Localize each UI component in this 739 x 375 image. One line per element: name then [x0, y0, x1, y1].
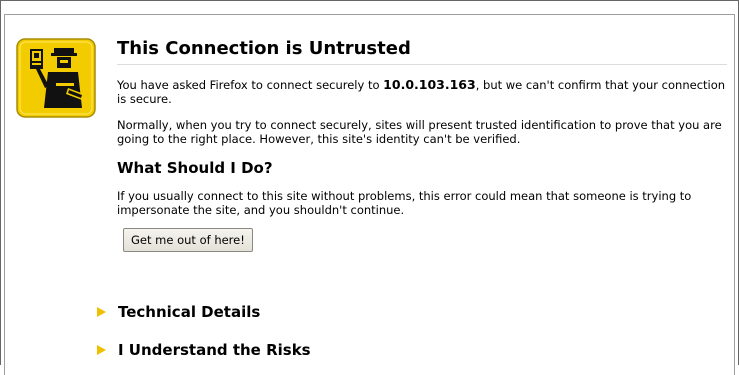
intro-prefix: You have asked Firefox to connect secure…: [117, 78, 384, 92]
error-content: This Connection is Untrusted You have as…: [117, 38, 727, 252]
security-officer-icon: [16, 38, 96, 118]
explanation-paragraph: Normally, when you try to connect secure…: [117, 118, 722, 146]
understand-risks-toggle[interactable]: I Understand the Risks: [97, 340, 311, 360]
intro-paragraph: You have asked Firefox to connect secure…: [117, 77, 727, 107]
triangle-right-icon: [97, 307, 106, 317]
what-should-i-do-text: If you usually connect to this site with…: [117, 189, 692, 217]
page-title: This Connection is Untrusted: [117, 38, 727, 65]
understand-risks-label: I Understand the Risks: [118, 341, 311, 359]
get-me-out-button[interactable]: Get me out of here!: [123, 228, 253, 252]
host-address: 10.0.103.163: [383, 77, 476, 92]
technical-details-label: Technical Details: [118, 303, 261, 321]
triangle-right-icon: [97, 345, 106, 355]
what-should-i-do-heading: What Should I Do?: [117, 159, 273, 177]
technical-details-toggle[interactable]: Technical Details: [97, 302, 260, 322]
